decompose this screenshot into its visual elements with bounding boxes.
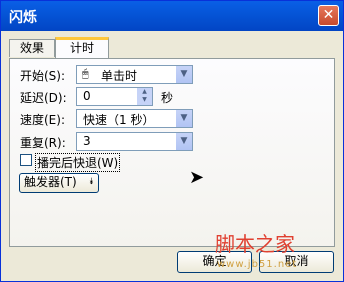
delay-value: 0 [83, 89, 91, 103]
watermark-url: www.jb51.net [217, 259, 298, 270]
start-label: 开始(S): [20, 69, 66, 83]
dialog-window: 闪烁 ✕ 效果 计时 开始(S): 🖱 单击时 ▼ 延迟(D): 0 ▲ ▼ 秒 … [0, 0, 344, 282]
mouse-cursor-icon: ➤ [189, 167, 205, 188]
speed-label: 速度(E): [20, 113, 65, 127]
start-select[interactable]: 🖱 单击时 ▼ [76, 65, 193, 84]
rewind-label[interactable]: 播完后快退(W) [35, 153, 121, 172]
arrow-down-icon[interactable]: ▼ [137, 96, 152, 104]
delay-label: 延迟(D): [20, 91, 67, 105]
chevron-down-icon[interactable]: ▼ [175, 110, 192, 127]
title-bar[interactable]: 闪烁 ✕ [1, 1, 343, 31]
triggers-button[interactable]: 触发器(T) ⯯ [19, 173, 99, 193]
close-icon: ✕ [322, 7, 335, 23]
timing-panel: 开始(S): 🖱 单击时 ▼ 延迟(D): 0 ▲ ▼ 秒 速度(E): 快速（1… [9, 58, 335, 247]
double-chevron-down-icon: ⯯ [88, 177, 94, 187]
speed-select[interactable]: 快速（1 秒） ▼ [76, 109, 193, 128]
delay-input[interactable]: 0 ▲ ▼ [76, 87, 153, 106]
delay-unit: 秒 [161, 91, 174, 105]
close-button[interactable]: ✕ [318, 5, 339, 26]
chevron-down-icon[interactable]: ▼ [175, 133, 192, 150]
repeat-label: 重复(R): [20, 136, 66, 150]
watermark-brand: 脚本之家 [215, 232, 295, 256]
speed-value: 快速（1 秒） [83, 113, 155, 127]
repeat-select[interactable]: 3 ▼ [76, 132, 193, 151]
rewind-checkbox[interactable] [20, 154, 32, 166]
chevron-down-icon[interactable]: ▼ [175, 66, 192, 83]
arrow-up-icon[interactable]: ▲ [137, 88, 152, 96]
tab-timing[interactable]: 计时 [55, 37, 109, 59]
delay-spinner[interactable]: ▲ ▼ [137, 88, 152, 105]
repeat-value: 3 [83, 134, 91, 148]
triggers-label: 触发器(T) [24, 175, 77, 189]
start-value: 单击时 [101, 69, 138, 83]
mouse-icon: 🖱 [82, 67, 89, 80]
tab-effect[interactable]: 效果 [9, 39, 55, 57]
window-title: 闪烁 [9, 10, 37, 26]
